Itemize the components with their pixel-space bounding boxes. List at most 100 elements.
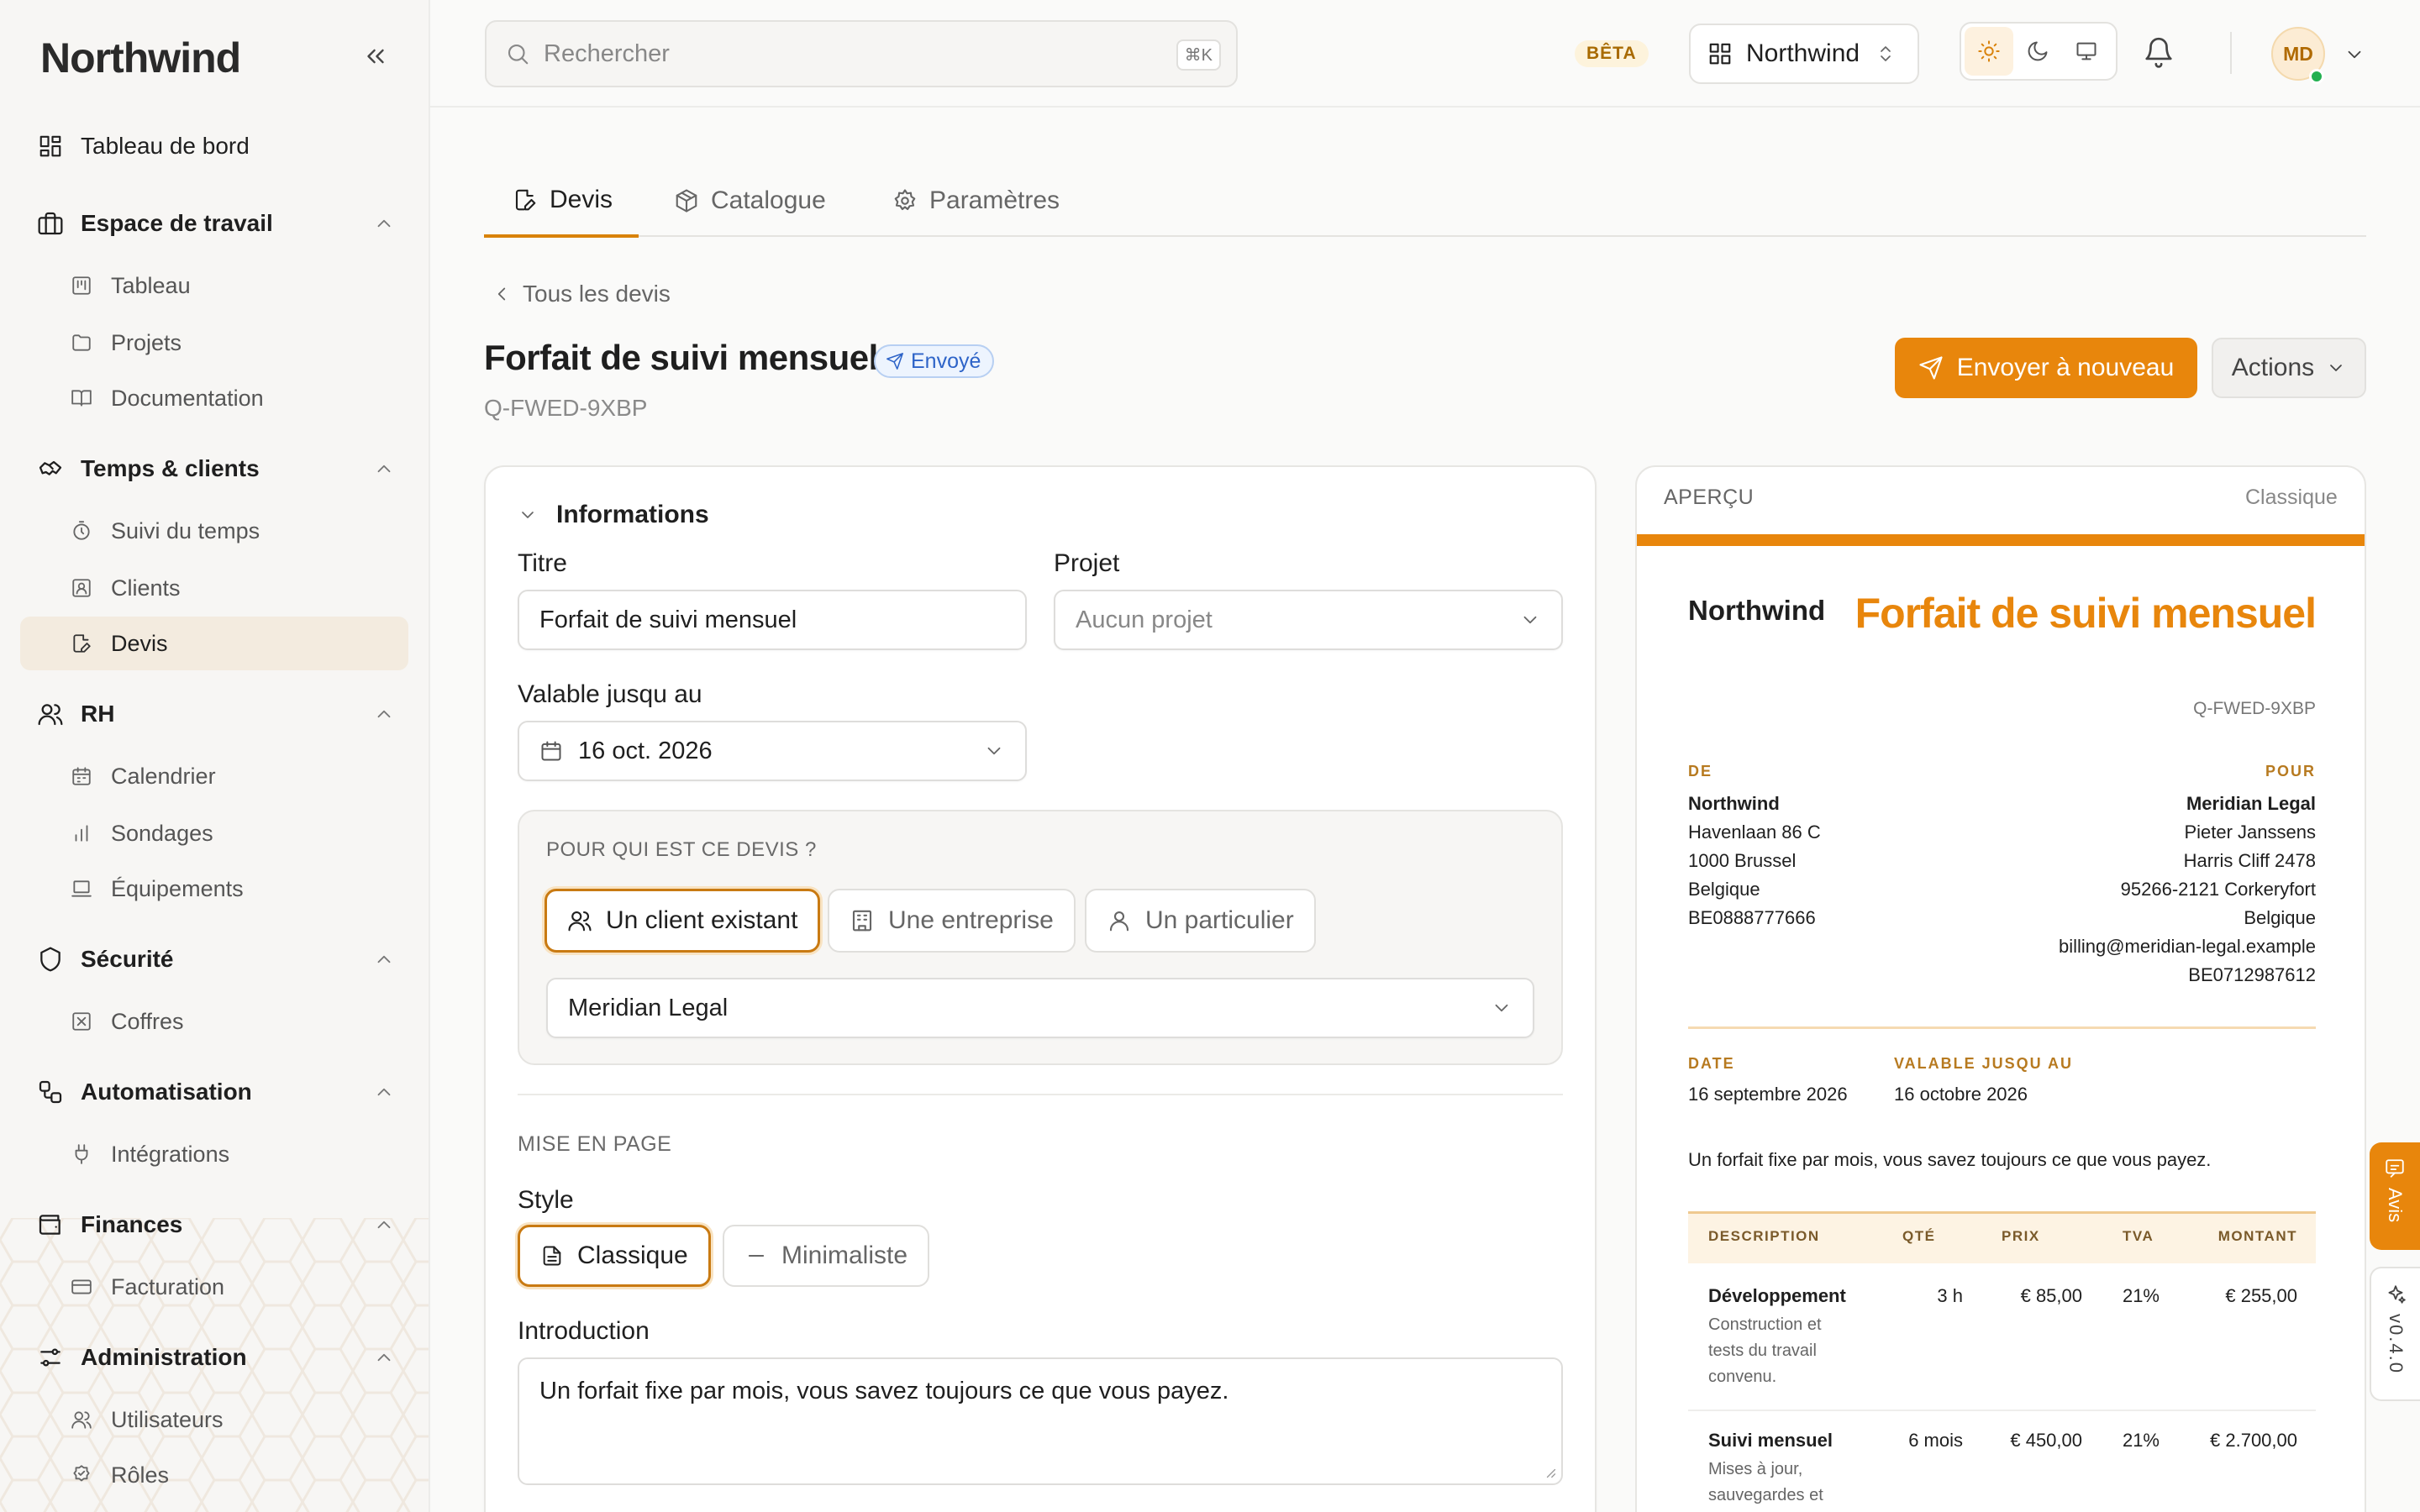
group-label: Finances: [81, 1211, 183, 1237]
sidebar-item-documentation[interactable]: Documentation: [20, 371, 408, 425]
description-line: tests du travail: [1708, 1341, 1817, 1360]
introduction-label: Introduction: [518, 1317, 650, 1345]
sidebar-item-label: Facturation: [111, 1273, 225, 1299]
line-item-price: € 85,00: [2020, 1285, 2082, 1306]
sidebar-group-administration[interactable]: Administration: [34, 1334, 403, 1381]
laptop-icon: [67, 878, 96, 900]
send-icon: [1919, 356, 1943, 380]
chevron-up-icon: [377, 1353, 391, 1362]
sidebar-item-devis[interactable]: Devis: [20, 617, 408, 670]
back-label: Tous les devis: [523, 281, 671, 307]
sidebar-group-time-clients[interactable]: Temps & clients: [34, 445, 403, 492]
to-address: Meridian Legal Pieter Janssens Harris Cl…: [1980, 790, 2316, 990]
workflow-icon: [34, 1079, 67, 1105]
sidebar-item-sondages[interactable]: Sondages: [20, 806, 408, 860]
sidebar-group-automatisation[interactable]: Automatisation: [34, 1068, 403, 1116]
style-option-classique[interactable]: Classique: [518, 1225, 711, 1287]
line-item-qty: 3 h: [1937, 1285, 1963, 1306]
option-label: Un particulier: [1145, 906, 1294, 934]
valid-until-label: Valable jusqu au: [518, 680, 702, 708]
option-individual[interactable]: Un particulier: [1085, 889, 1316, 953]
title-input[interactable]: Forfait de suivi mensuel: [518, 590, 1027, 650]
option-company[interactable]: Une entreprise: [828, 889, 1076, 953]
style-option-minimaliste[interactable]: Minimaliste: [723, 1225, 930, 1287]
tab-devis[interactable]: Devis: [513, 165, 635, 237]
section-informations-toggle[interactable]: Informations: [518, 501, 709, 529]
project-select[interactable]: Aucun projet: [1054, 590, 1563, 650]
vault-icon: [67, 1011, 96, 1032]
bell-icon[interactable]: [2143, 36, 2175, 68]
line-item-vat: 21%: [2122, 1430, 2160, 1451]
brand-logo[interactable]: Northwind: [40, 34, 241, 82]
sun-icon[interactable]: [1965, 27, 2013, 76]
sidebar-item-tableau[interactable]: Tableau: [20, 259, 408, 312]
package-icon: [676, 189, 697, 213]
quote-reference: Q-FWED-9XBP: [484, 395, 648, 421]
collapse-sidebar-icon[interactable]: [361, 42, 390, 71]
minus-icon: [748, 1255, 765, 1257]
line-item-vat: 21%: [2122, 1285, 2160, 1306]
version-tab[interactable]: v0.4.0: [2370, 1267, 2420, 1401]
sliders-icon: [34, 1344, 67, 1371]
chevron-down-icon[interactable]: [2344, 44, 2365, 66]
line-item-name: Suivi mensuel: [1708, 1430, 1833, 1451]
introduction-textarea[interactable]: Un forfait fixe par mois, vous savez tou…: [518, 1357, 1563, 1485]
date-value: 16 septembre 2026: [1688, 1084, 1848, 1105]
monitor-icon[interactable]: [2062, 27, 2111, 76]
sidebar-group-workspace[interactable]: Espace de travail: [34, 200, 403, 247]
sidebar-item-equipements[interactable]: Équipements: [20, 862, 408, 916]
badge-check-icon: [67, 1464, 96, 1486]
group-label: Administration: [81, 1344, 247, 1370]
column-header: DESCRIPTION: [1708, 1228, 1820, 1244]
chevron-down-icon: [1495, 1004, 1508, 1012]
divider: [1688, 1026, 2316, 1029]
client-select[interactable]: Meridian Legal: [546, 978, 1534, 1038]
description-line: sauvegardes et: [1708, 1486, 1823, 1504]
valid-until-value: 16 oct. 2026: [578, 737, 713, 764]
sidebar-group-rh[interactable]: RH: [34, 690, 403, 738]
calendar-icon: [541, 741, 561, 761]
from-line: 1000 Brussel: [1688, 850, 1797, 871]
sidebar-item-label: Sondages: [111, 820, 213, 846]
column-header: MONTANT: [2217, 1228, 2297, 1244]
sidebar-item-label: Documentation: [111, 385, 264, 411]
org-switcher[interactable]: Northwind: [1689, 24, 1919, 84]
group-label: RH: [81, 701, 115, 727]
description-line: Mises à jour,: [1708, 1460, 1803, 1478]
section-title: Informations: [556, 501, 709, 528]
search-input[interactable]: Rechercher ⌘K: [485, 20, 1238, 87]
moon-icon[interactable]: [2013, 27, 2062, 76]
sidebar-item-roles[interactable]: Rôles: [20, 1448, 408, 1502]
line-item-name: Développement: [1708, 1285, 1846, 1306]
actions-button[interactable]: Actions: [2212, 338, 2366, 398]
briefcase-icon: [34, 210, 67, 237]
sidebar-item-coffres[interactable]: Coffres: [20, 995, 408, 1048]
to-line: billing@meridian-legal.example: [2058, 936, 2316, 957]
sidebar-item-utilisateurs[interactable]: Utilisateurs: [20, 1393, 408, 1446]
sidebar-item-clients[interactable]: Clients: [20, 561, 408, 615]
sidebar-item-integrations[interactable]: Intégrations: [20, 1127, 408, 1181]
valid-until-date-picker[interactable]: 16 oct. 2026: [518, 721, 1027, 781]
sidebar-item-projets[interactable]: Projets: [20, 316, 408, 370]
tab-parametres[interactable]: Paramètres: [892, 165, 1060, 237]
client-value: Meridian Legal: [568, 994, 729, 1021]
users-icon: [34, 701, 67, 727]
from-address: Northwind Havenlaan 86 C 1000 Brussel Be…: [1688, 790, 1821, 932]
sidebar-item-suivi-du-temps[interactable]: Suivi du temps: [20, 504, 408, 558]
sidebar-item-label: Intégrations: [111, 1141, 230, 1167]
sidebar-item-calendrier[interactable]: Calendrier: [20, 749, 408, 803]
preview-reference: Q-FWED-9XBP: [2193, 699, 2316, 718]
project-value: Aucun projet: [1076, 606, 1213, 633]
tab-label: Paramètres: [929, 186, 1060, 214]
sidebar-group-finances[interactable]: Finances: [34, 1201, 403, 1248]
sidebar-group-securite[interactable]: Sécurité: [34, 936, 403, 983]
sidebar-item-label: Suivi du temps: [111, 517, 260, 543]
contact-card-icon: [67, 577, 96, 599]
feedback-tab[interactable]: Avis: [2370, 1142, 2420, 1250]
sidebar-item-dashboard[interactable]: Tableau de bord: [34, 123, 250, 170]
sidebar-item-facturation[interactable]: Facturation: [20, 1260, 408, 1314]
option-existing-client[interactable]: Un client existant: [544, 889, 821, 953]
tab-catalogue[interactable]: Catalogue: [674, 165, 826, 237]
back-link[interactable]: Tous les devis: [491, 281, 671, 307]
resend-button[interactable]: Envoyer à nouveau: [1895, 338, 2197, 398]
